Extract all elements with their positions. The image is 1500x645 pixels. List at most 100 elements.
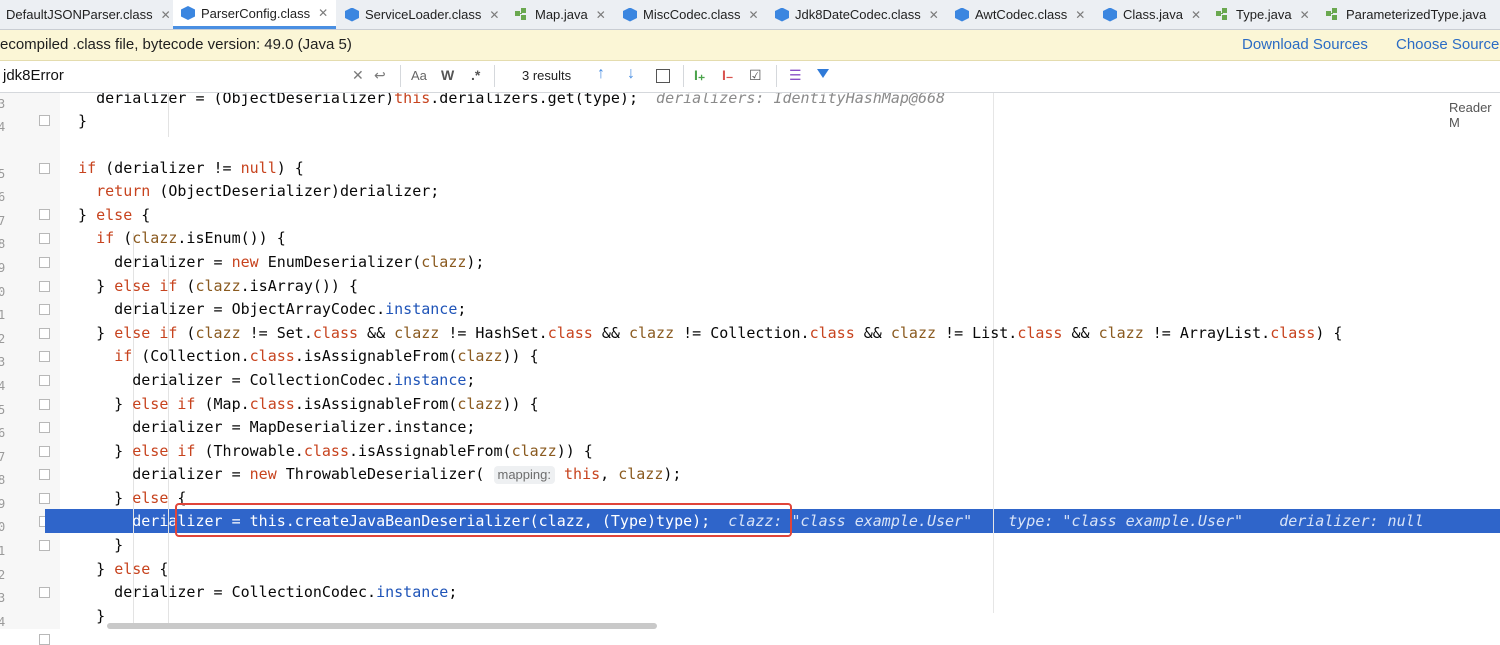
fold-marker-icon[interactable] <box>39 257 50 268</box>
horizontal-scrollbar[interactable] <box>107 623 657 629</box>
code-line: derializer = new ThrowableDeserializer( … <box>60 465 682 484</box>
fold-marker-icon[interactable] <box>39 233 50 244</box>
tab-parameterizedtype[interactable]: ParameterizedType.java <box>1326 0 1486 29</box>
tab-serviceloader[interactable]: ServiceLoader.class ✕ <box>345 0 499 29</box>
editor-tab-bar: DefaultJSONParser.class ✕ ParserConfig.c… <box>0 0 1500 30</box>
tab-parserconfig[interactable]: ParserConfig.class ✕ <box>173 0 337 29</box>
code-line: derializer = MapDeserializer.instance; <box>60 418 476 436</box>
code-line: } else if (Throwable.class.isAssignableF… <box>60 442 593 460</box>
line-number: 4 <box>0 615 6 629</box>
words-button[interactable]: W <box>441 67 454 83</box>
fold-marker-icon[interactable] <box>39 540 50 551</box>
history-icon[interactable]: ↩ <box>374 67 386 84</box>
line-number: 3 <box>0 355 6 369</box>
tab-label: Class.java <box>1123 7 1183 22</box>
tab-misccodec[interactable]: MiscCodec.class ✕ <box>623 0 759 29</box>
code-line: } else { <box>60 560 169 578</box>
tab-map[interactable]: Map.java ✕ <box>515 0 606 29</box>
code-line: } else { <box>60 489 187 507</box>
inline-hint: derializers: IdentityHashMap@668 <box>656 93 946 107</box>
tab-awtcodec[interactable]: AwtCodec.class ✕ <box>955 0 1085 29</box>
line-number: 9 <box>0 497 6 511</box>
tab-label: Type.java <box>1236 7 1292 22</box>
line-number: 4 <box>0 379 6 393</box>
tab-label: ParameterizedType.java <box>1346 7 1487 22</box>
tab-label: ParserConfig.class <box>201 5 311 21</box>
filter-icon[interactable] <box>817 69 829 78</box>
regex-button[interactable]: .* <box>471 67 480 83</box>
previous-occurrence-icon[interactable]: ↑ <box>597 65 605 83</box>
close-icon[interactable]: ✕ <box>1300 8 1310 22</box>
decompiled-banner: ecompiled .class file, bytecode version:… <box>0 30 1500 61</box>
tab-label: DefaultJSONParser.class <box>6 7 153 22</box>
fold-marker-icon[interactable] <box>39 375 50 386</box>
line-number: 8 <box>0 473 6 487</box>
filter-settings-icon[interactable]: ☰ <box>789 67 802 84</box>
fold-marker-icon[interactable] <box>39 163 50 174</box>
tab-label: ServiceLoader.class <box>365 7 482 22</box>
fold-marker-icon[interactable] <box>39 399 50 410</box>
fold-marker-icon[interactable] <box>39 446 50 457</box>
close-icon[interactable]: ✕ <box>749 8 759 22</box>
class-icon <box>775 7 789 22</box>
line-number: 7 <box>0 450 6 464</box>
close-icon[interactable]: ✕ <box>1075 8 1085 22</box>
tab-type[interactable]: Type.java ✕ <box>1216 0 1310 29</box>
fold-marker-icon[interactable] <box>39 281 50 292</box>
search-input[interactable]: jdk8Error <box>3 67 64 84</box>
add-selection-icon[interactable]: I₊ <box>694 67 705 84</box>
select-occurrences-icon[interactable]: ☑ <box>749 67 762 84</box>
line-number: 2 <box>0 332 6 346</box>
match-case-button[interactable]: Aa <box>411 68 427 83</box>
fold-marker-icon[interactable] <box>39 469 50 480</box>
line-number: 1 <box>0 308 6 322</box>
class-icon <box>345 7 359 22</box>
select-all-icon[interactable] <box>656 69 670 83</box>
divider <box>494 65 495 87</box>
code-editor[interactable]: derializer = (ObjectDeserializer)this.de… <box>60 93 1500 629</box>
code-line: } <box>60 607 106 625</box>
fold-marker-icon[interactable] <box>39 304 50 315</box>
next-occurrence-icon[interactable]: ↓ <box>627 65 635 83</box>
close-icon[interactable]: ✕ <box>489 8 499 22</box>
clear-icon[interactable]: ✕ <box>352 67 364 84</box>
close-icon[interactable]: ✕ <box>596 8 606 22</box>
line-number: 6 <box>0 190 6 204</box>
class-icon <box>1103 7 1117 22</box>
close-icon[interactable]: ✕ <box>1191 8 1201 22</box>
code-line: } else if (clazz != Set.class && clazz !… <box>60 324 1343 342</box>
tab-label: MiscCodec.class <box>643 7 741 22</box>
tab-jdk8datecodec[interactable]: Jdk8DateCodec.class ✕ <box>775 0 939 29</box>
choose-sources-link[interactable]: Choose Source <box>1396 36 1499 53</box>
inline-hint: derializer: null <box>1279 512 1424 530</box>
remove-selection-icon[interactable]: I₋ <box>722 67 733 84</box>
fold-marker-icon[interactable] <box>39 422 50 433</box>
close-icon[interactable]: ✕ <box>318 6 328 20</box>
code-line: derializer = CollectionCodec.instance; <box>60 371 476 389</box>
fold-marker-icon[interactable] <box>39 634 50 645</box>
divider <box>776 65 777 87</box>
tab-class[interactable]: Class.java ✕ <box>1103 0 1201 29</box>
code-line: } else { <box>60 206 151 224</box>
line-number: 0 <box>0 520 6 534</box>
fold-marker-icon[interactable] <box>39 115 50 126</box>
line-number: 5 <box>0 403 6 417</box>
line-number: 2 <box>0 568 6 582</box>
fold-marker-icon[interactable] <box>39 587 50 598</box>
line-number: 0 <box>0 285 6 299</box>
tab-defaultjsonparser[interactable]: DefaultJSONParser.class ✕ <box>0 0 171 29</box>
fold-marker-icon[interactable] <box>39 328 50 339</box>
close-icon[interactable]: ✕ <box>929 8 939 22</box>
tab-label: Map.java <box>535 7 588 22</box>
download-sources-link[interactable]: Download Sources <box>1242 36 1368 53</box>
class-icon <box>181 6 195 20</box>
parameter-hint: mapping: <box>493 466 555 484</box>
code-line: derializer = new EnumDeserializer(clazz)… <box>60 253 485 271</box>
code-line: } else if (Map.class.isAssignableFrom(cl… <box>60 395 539 413</box>
line-number: 5 <box>0 167 6 181</box>
fold-marker-icon[interactable] <box>39 351 50 362</box>
fold-marker-icon[interactable] <box>39 493 50 504</box>
fold-marker-icon[interactable] <box>39 209 50 220</box>
close-icon[interactable]: ✕ <box>161 8 171 22</box>
code-line: if (Collection.class.isAssignableFrom(cl… <box>114 347 539 365</box>
